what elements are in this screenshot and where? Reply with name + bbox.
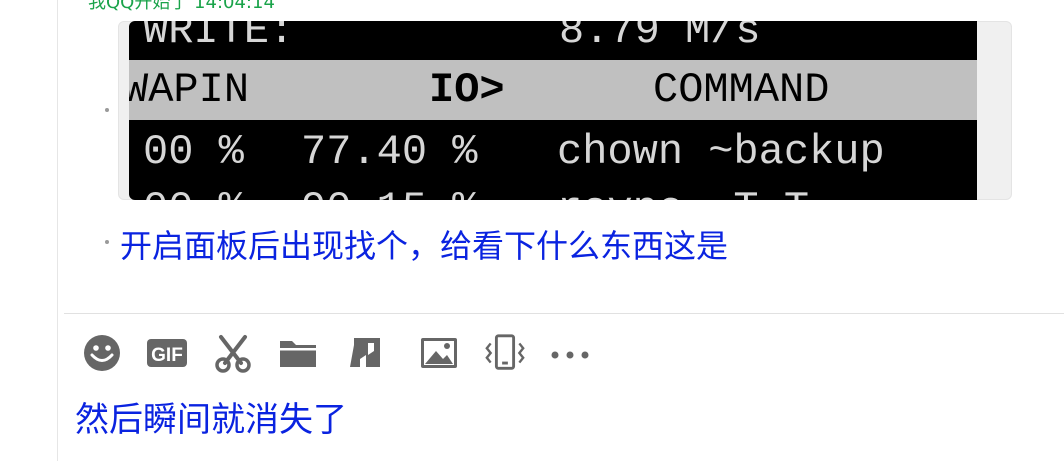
- message-input[interactable]: 然后瞬间就消失了: [75, 392, 347, 441]
- terminal-write-row: WRITE: 8.79 M/s: [129, 21, 977, 61]
- terminal-screenshot-image[interactable]: WRITE: 8.79 M/s WAPIN IO> COMMAND 00 % 7…: [129, 21, 977, 200]
- terminal-cut-row: 00 % 90.15 % rsync -T T...: [129, 179, 977, 200]
- terminal-proc-swapin: 00 %: [143, 128, 244, 176]
- terminal-process-row: 00 % 77.40 % chown ~backup: [129, 122, 977, 182]
- terminal-proc-io: 77.40 %: [301, 128, 478, 176]
- more-icon[interactable]: [548, 330, 592, 376]
- terminal-cut-swapin: 00 %: [143, 179, 244, 200]
- message-sender-info: 我QQ开始了 14:04:14: [88, 0, 275, 13]
- shake-icon[interactable]: [483, 330, 527, 376]
- text-message[interactable]: 开启面板后出现找个，给看下什么东西这是: [120, 221, 728, 267]
- gif-label: GIF: [151, 345, 183, 366]
- chat-left-border: [57, 0, 58, 461]
- folder-icon[interactable]: [276, 330, 320, 376]
- gif-icon[interactable]: GIF: [145, 330, 189, 376]
- terminal-cut-command: rsync -T T...: [557, 179, 885, 200]
- message-bullet: [105, 240, 109, 244]
- screenshot-icon[interactable]: [344, 330, 388, 376]
- scissors-icon[interactable]: [211, 330, 255, 376]
- terminal-cut-io: 90.15 %: [301, 179, 477, 200]
- terminal-proc-command: chown ~backup: [557, 128, 885, 176]
- terminal-col-io: IO>: [429, 66, 505, 114]
- input-divider: [64, 313, 1064, 314]
- terminal-write-value: 8.79 M/s: [559, 21, 761, 55]
- message-bullet: [105, 108, 109, 112]
- image-icon[interactable]: [417, 330, 461, 376]
- terminal-col-swapin: WAPIN: [129, 66, 250, 114]
- terminal-col-command: COMMAND: [653, 66, 830, 114]
- terminal-header-row: WAPIN IO> COMMAND: [129, 60, 977, 120]
- terminal-write-label: WRITE:: [143, 21, 295, 55]
- emoji-icon[interactable]: [80, 330, 124, 376]
